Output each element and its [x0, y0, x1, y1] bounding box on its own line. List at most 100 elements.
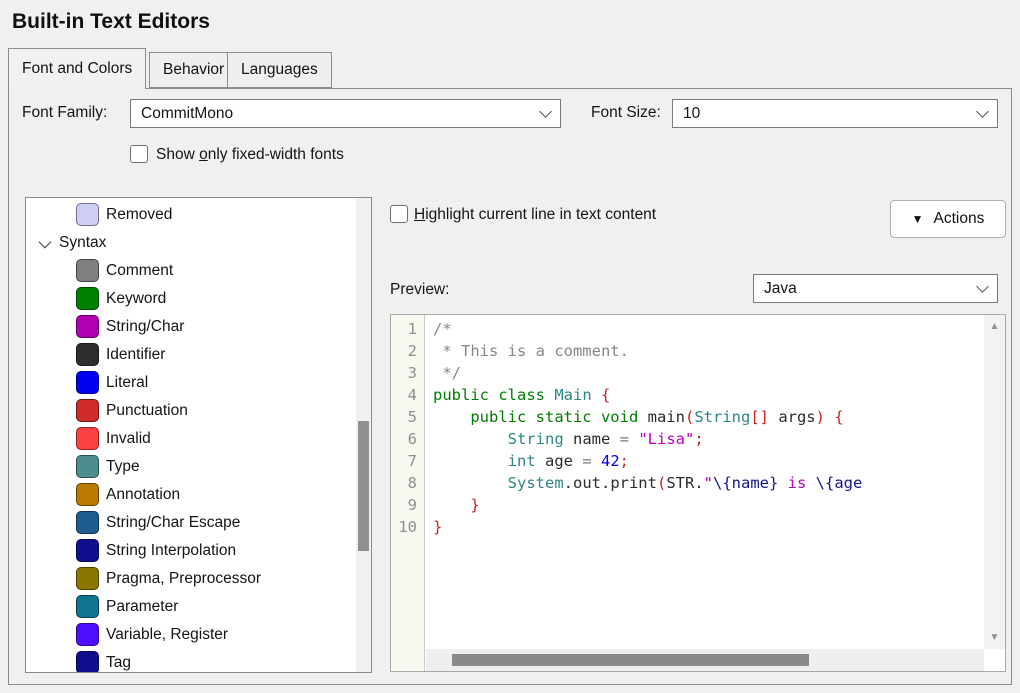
actions-button-label: Actions [934, 210, 985, 228]
list-item-type[interactable]: Type [26, 453, 356, 481]
line-number: 10 [391, 516, 424, 538]
list-item-invalid[interactable]: Invalid [26, 425, 356, 453]
line-number-gutter: 12345678910 [391, 315, 425, 671]
chevron-down-icon [976, 105, 989, 118]
font-size-select[interactable]: 10 [672, 99, 998, 128]
list-item-keyword[interactable]: Keyword [26, 285, 356, 313]
chevron-down-icon [539, 105, 552, 118]
list-scrollbar-thumb[interactable] [358, 421, 369, 551]
list-item-literal[interactable]: Literal [26, 369, 356, 397]
line-number: 6 [391, 428, 424, 450]
fixed-width-checkbox-label[interactable]: Show only fixed-width fonts [156, 146, 344, 164]
list-item-syntax[interactable]: Syntax [26, 229, 356, 257]
list-item-string-char-escape[interactable]: String/Char Escape [26, 509, 356, 537]
list-item-label: Syntax [59, 234, 106, 252]
list-item-label: String Interpolation [106, 542, 236, 560]
list-item-label: Punctuation [106, 402, 188, 420]
list-item-punctuation[interactable]: Punctuation [26, 397, 356, 425]
chevron-down-icon[interactable] [39, 236, 52, 249]
color-swatch[interactable] [76, 427, 99, 450]
line-number: 4 [391, 384, 424, 406]
code-line: /* [433, 318, 983, 340]
code-preview[interactable]: 12345678910 /* * This is a comment. */pu… [390, 314, 1006, 672]
color-swatch[interactable] [76, 399, 99, 422]
settings-page: Built-in Text Editors Font and Colors Be… [0, 0, 1020, 693]
code-line: String name = "Lisa"; [433, 428, 983, 450]
preview-vertical-scrollbar[interactable]: ▲ ▼ [984, 315, 1005, 649]
list-item-label: Type [106, 458, 140, 476]
line-number: 9 [391, 494, 424, 516]
list-item-tag[interactable]: Tag [26, 649, 356, 673]
list-item-label: String/Char Escape [106, 514, 240, 532]
list-scrollbar[interactable] [356, 198, 371, 672]
list-item-label: Removed [106, 206, 172, 224]
color-swatch[interactable] [76, 203, 99, 226]
list-item-label: Variable, Register [106, 626, 228, 644]
code-line: */ [433, 362, 983, 384]
scroll-down-icon[interactable]: ▼ [984, 632, 1005, 643]
list-item-label: Parameter [106, 598, 178, 616]
list-item-identifier[interactable]: Identifier [26, 341, 356, 369]
tab-languages[interactable]: Languages [227, 52, 332, 88]
list-item-label: Keyword [106, 290, 166, 308]
syntax-color-list: RemovedSyntaxComment Keyword String/Char Id… [25, 197, 372, 673]
color-swatch[interactable] [76, 511, 99, 534]
color-swatch[interactable] [76, 539, 99, 562]
preview-language-value: Java [764, 280, 978, 298]
color-swatch[interactable] [76, 343, 99, 366]
line-number: 2 [391, 340, 424, 362]
font-family-select[interactable]: CommitMono [130, 99, 561, 128]
color-swatch[interactable] [76, 567, 99, 590]
list-item-label: Pragma, Preprocessor [106, 570, 261, 588]
color-swatch[interactable] [76, 259, 99, 282]
tab-behavior[interactable]: Behavior [149, 52, 238, 88]
color-swatch[interactable] [76, 623, 99, 646]
code-line: * This is a comment. [433, 340, 983, 362]
list-item-label: Annotation [106, 486, 180, 504]
list-item-label: Tag [106, 654, 131, 672]
line-number: 5 [391, 406, 424, 428]
list-item-pragma-preprocessor[interactable]: Pragma, Preprocessor [26, 565, 356, 593]
actions-button[interactable]: ▼ Actions [890, 200, 1006, 238]
line-number: 3 [391, 362, 424, 384]
font-family-value: CommitMono [141, 105, 541, 123]
code-line: public static void main(String[] args) { [433, 406, 983, 428]
highlight-line-checkbox-label[interactable]: Highlight current line in text content [414, 206, 656, 224]
hscroll-thumb[interactable] [452, 654, 809, 666]
list-item-label: Invalid [106, 430, 151, 448]
list-item-label: String/Char [106, 318, 184, 336]
list-item-string-char[interactable]: String/Char [26, 313, 356, 341]
code-line: System.out.print(STR."\{name} is \{age [433, 472, 983, 494]
font-size-value: 10 [683, 105, 978, 123]
code-line: } [433, 494, 983, 516]
code-line: } [433, 516, 983, 538]
dropdown-arrow-icon: ▼ [912, 212, 924, 226]
line-number: 7 [391, 450, 424, 472]
fixed-width-checkbox[interactable] [130, 145, 148, 163]
list-item-parameter[interactable]: Parameter [26, 593, 356, 621]
list-item-variable-register[interactable]: Variable, Register [26, 621, 356, 649]
code-content[interactable]: /* * This is a comment. */public class M… [426, 315, 983, 649]
color-swatch[interactable] [76, 595, 99, 618]
color-swatch[interactable] [76, 455, 99, 478]
color-swatch[interactable] [76, 651, 99, 673]
color-swatch[interactable] [76, 287, 99, 310]
list-item-string-interpolation[interactable]: String Interpolation [26, 537, 356, 565]
highlight-line-checkbox[interactable] [390, 205, 408, 223]
preview-horizontal-scrollbar[interactable] [426, 649, 984, 671]
list-item-label: Literal [106, 374, 148, 392]
list-item-comment[interactable]: Comment [26, 257, 356, 285]
color-swatch[interactable] [76, 483, 99, 506]
color-swatch[interactable] [76, 315, 99, 338]
color-swatch[interactable] [76, 371, 99, 394]
chevron-down-icon [976, 280, 989, 293]
code-line: public class Main { [433, 384, 983, 406]
list-item-removed[interactable]: Removed [26, 201, 356, 229]
code-line: int age = 42; [433, 450, 983, 472]
tab-font-and-colors[interactable]: Font and Colors [8, 48, 146, 89]
list-item-annotation[interactable]: Annotation [26, 481, 356, 509]
preview-language-select[interactable]: Java [753, 274, 998, 303]
list-item-label: Comment [106, 262, 173, 280]
scroll-up-icon[interactable]: ▲ [984, 321, 1005, 332]
line-number: 8 [391, 472, 424, 494]
